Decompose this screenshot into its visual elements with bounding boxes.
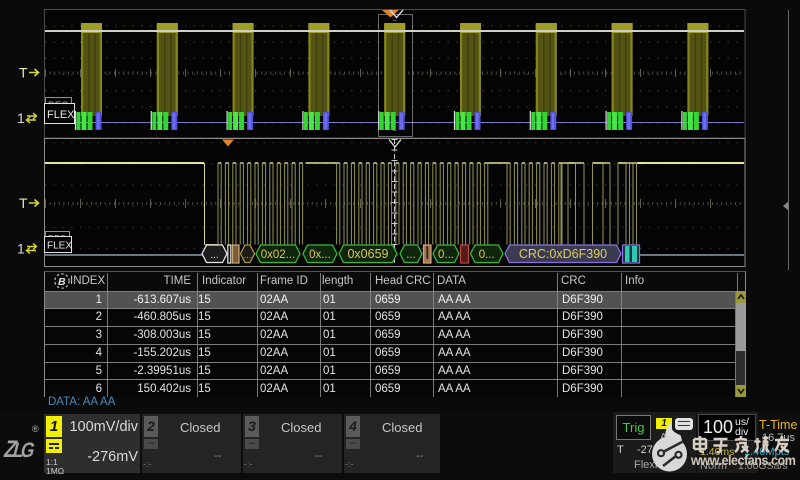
svg-text:T: T xyxy=(19,195,28,211)
svg-text:0...: 0... xyxy=(438,249,454,261)
svg-text:0x02...: 0x02... xyxy=(261,249,296,261)
svg-text:B: B xyxy=(58,276,66,288)
svg-text:0x0659: 0x0659 xyxy=(347,247,388,261)
svg-text:FLEX: FLEX xyxy=(47,241,72,252)
svg-text:0...: 0... xyxy=(479,249,495,261)
svg-text:FLEX: FLEX xyxy=(47,109,75,121)
svg-text:T: T xyxy=(19,65,28,81)
svg-text:...: ... xyxy=(406,249,416,261)
svg-text:1: 1 xyxy=(17,110,25,126)
svg-text:ZLG: ZLG xyxy=(1,436,37,463)
svg-text:CRC:0xD6F390: CRC:0xD6F390 xyxy=(519,247,607,261)
svg-text:0x...: 0x... xyxy=(309,249,331,261)
svg-text:...: ... xyxy=(244,250,252,260)
svg-text:...: ... xyxy=(210,250,218,261)
svg-text:1: 1 xyxy=(17,241,25,257)
